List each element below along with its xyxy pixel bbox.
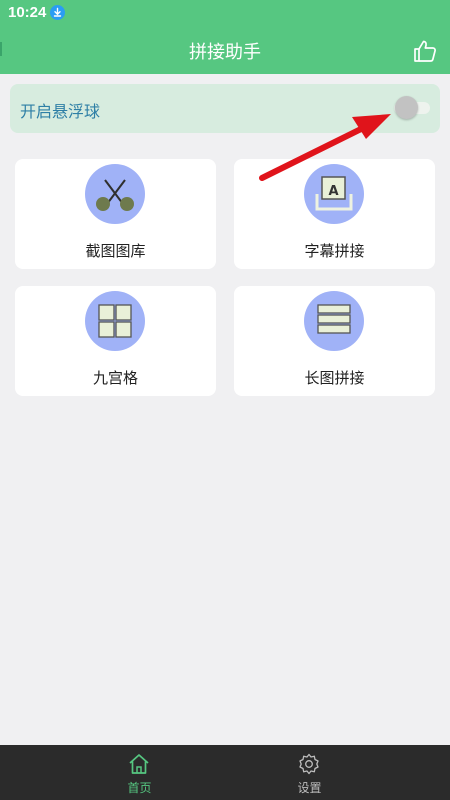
thumbs-up-icon[interactable]: [412, 38, 438, 64]
card-long-image-stitch[interactable]: 长图拼接: [234, 286, 435, 396]
bottom-nav: 首页 设置: [0, 745, 450, 800]
svg-text:A: A: [328, 184, 338, 199]
subtitle-frame-icon: A: [304, 164, 364, 224]
gear-icon: [297, 752, 321, 776]
card-label: 九宫格: [92, 369, 138, 387]
status-time: 10:24: [8, 4, 47, 21]
home-icon: [127, 752, 151, 776]
nav-settings[interactable]: 设置: [197, 745, 422, 800]
grid-nine-icon: [85, 291, 145, 351]
float-ball-label: 开启悬浮球: [20, 102, 101, 121]
scissors-icon: [85, 164, 145, 224]
card-label: 截图图库: [85, 242, 146, 260]
card-screenshot-gallery[interactable]: 截图图库: [15, 159, 216, 269]
float-ball-row: 开启悬浮球: [10, 84, 440, 133]
card-nine-grid[interactable]: 九宫格: [15, 286, 216, 396]
stacked-strips-icon: [304, 291, 364, 351]
card-label: 长图拼接: [304, 369, 365, 387]
download-icon: [50, 5, 65, 20]
card-subtitle-stitch[interactable]: A 字幕拼接: [234, 159, 435, 269]
nav-settings-label: 设置: [297, 781, 322, 795]
float-ball-switch[interactable]: [394, 96, 432, 119]
card-label: 字幕拼接: [304, 242, 365, 260]
app-bar: 拼接助手: [0, 26, 450, 74]
app-title: 拼接助手: [189, 42, 261, 63]
status-bar: 10:24: [0, 0, 450, 26]
switch-knob: [395, 96, 418, 119]
